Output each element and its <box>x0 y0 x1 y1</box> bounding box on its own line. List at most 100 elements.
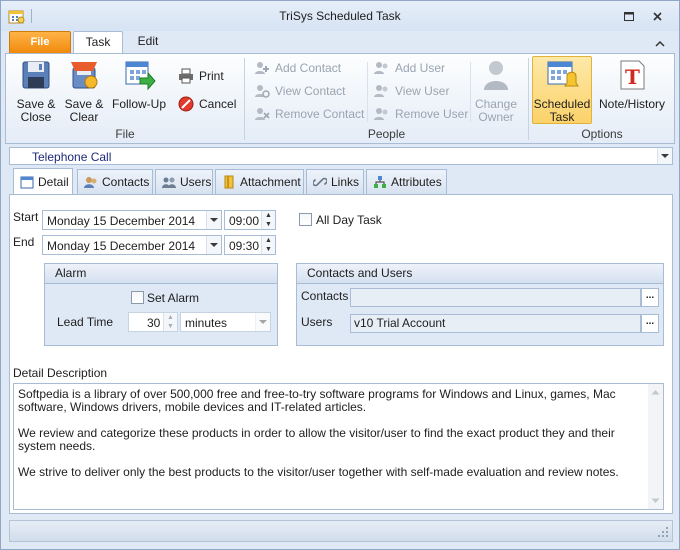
remove-contact-label: Remove Contact <box>275 107 365 121</box>
status-bar <box>9 520 673 542</box>
ribbon-tab-row: File Task Edit <box>1 31 679 53</box>
save-close-label: Save & Close <box>16 97 56 124</box>
lead-time-spinner[interactable]: 30 ▲ ▼ <box>128 312 178 332</box>
description-scrollbar[interactable] <box>648 384 663 509</box>
people-group-label: People <box>367 127 406 141</box>
ribbon-tab-task[interactable]: Task <box>73 31 123 53</box>
start-time-spin-buttons[interactable]: ▲ ▼ <box>261 211 275 229</box>
change-owner-button[interactable]: Change Owner <box>474 58 518 124</box>
end-time-spinner[interactable]: 09:30 ▲ ▼ <box>224 235 276 255</box>
ribbon-tab-file[interactable]: File <box>9 31 71 53</box>
svg-text:T: T <box>625 65 640 89</box>
tab-detail-label: Detail <box>38 175 69 189</box>
end-time-spin-buttons[interactable]: ▲ ▼ <box>261 236 275 254</box>
scroll-down-icon[interactable] <box>651 498 660 504</box>
view-contact-icon <box>255 85 270 98</box>
print-button[interactable]: Print <box>178 66 224 86</box>
all-day-task-checkbox[interactable] <box>299 213 312 226</box>
users-label: Users <box>301 315 333 329</box>
window-title: TriSys Scheduled Task <box>279 9 401 23</box>
view-user-label: View User <box>395 84 450 98</box>
save-clear-button[interactable]: Save & Clear <box>62 58 106 124</box>
add-contact-button[interactable]: Add Contact <box>254 58 341 78</box>
task-type-select[interactable]: Telephone Call <box>9 147 673 165</box>
ribbon-tab-edit[interactable]: Edit <box>127 31 169 53</box>
resize-grip-icon[interactable] <box>658 527 669 538</box>
remove-user-icon <box>374 108 388 120</box>
set-alarm-checkbox[interactable] <box>131 291 144 304</box>
cancel-label: Cancel <box>199 97 237 111</box>
title-bar: TriSys Scheduled Task <box>1 1 679 31</box>
set-alarm-label: Set Alarm <box>147 291 200 305</box>
collapse-ribbon-button[interactable] <box>655 36 665 50</box>
all-day-task-label: All Day Task <box>316 213 382 227</box>
tab-users[interactable]: Users <box>155 169 213 194</box>
tab-attributes-label: Attributes <box>391 175 442 189</box>
lead-time-spin-buttons[interactable]: ▲ ▼ <box>163 313 177 331</box>
options-group-label: Options <box>581 127 623 141</box>
printer-icon <box>179 68 193 84</box>
end-label: End <box>13 235 35 249</box>
cancel-icon <box>178 96 194 112</box>
remove-user-button[interactable]: Remove User <box>374 104 468 124</box>
add-user-label: Add User <box>395 61 446 75</box>
end-date-dropdown[interactable] <box>206 236 221 254</box>
start-time-spinner[interactable]: 09:00 ▲ ▼ <box>224 210 276 230</box>
start-date-dropdown[interactable] <box>206 211 221 229</box>
lead-time-unit-select[interactable]: minutes <box>180 312 271 332</box>
remove-user-label: Remove User <box>395 107 469 121</box>
tab-attachment[interactable]: Attachment <box>215 169 304 194</box>
close-button[interactable] <box>647 8 667 24</box>
end-date-picker[interactable]: Monday 15 December 2014 <box>42 235 222 255</box>
view-contact-button[interactable]: View Contact <box>254 81 345 101</box>
print-label: Print <box>199 69 224 83</box>
users-field[interactable]: v10 Trial Account <box>350 314 641 333</box>
remove-contact-button[interactable]: Remove Contact <box>254 104 364 124</box>
start-time-value: 09:00 <box>229 214 260 228</box>
follow-up-label: Follow-Up <box>111 97 166 111</box>
follow-up-button[interactable]: Follow-Up <box>110 58 168 111</box>
lead-time-unit-value: minutes <box>185 316 228 330</box>
chevron-down-icon[interactable] <box>657 148 672 164</box>
tab-contacts[interactable]: Contacts <box>77 169 153 194</box>
attributes-tab-icon <box>374 176 386 188</box>
link-icon <box>313 177 327 187</box>
lead-time-unit-dropdown[interactable] <box>255 313 270 331</box>
tab-users-label: Users <box>180 175 212 189</box>
description-paragraph-2: We review and categorize these products … <box>18 426 615 453</box>
restore-button[interactable] <box>619 8 639 24</box>
save-clear-label: Save & Clear <box>64 97 104 124</box>
save-clear-icon <box>71 62 98 89</box>
view-user-icon <box>374 85 388 97</box>
start-label: Start <box>13 210 39 224</box>
scroll-up-icon[interactable] <box>651 389 660 395</box>
people-inner-separator <box>367 62 368 122</box>
tab-links[interactable]: Links <box>306 169 364 194</box>
remove-contact-icon <box>255 108 270 120</box>
tab-attachment-label: Attachment <box>240 175 301 189</box>
contacts-browse-button[interactable]: ... <box>641 288 659 307</box>
cancel-button[interactable]: Cancel <box>178 94 236 114</box>
tab-attributes[interactable]: Attributes <box>366 169 447 194</box>
description-paragraph-3: We strive to deliver only the best produ… <box>18 465 619 479</box>
add-contact-icon <box>255 62 269 74</box>
contacts-field[interactable] <box>350 288 641 307</box>
scheduled-task-button[interactable]: Scheduled Task <box>532 58 592 124</box>
detail-description-label: Detail Description <box>13 366 108 380</box>
view-user-button[interactable]: View User <box>374 81 449 101</box>
add-user-icon <box>374 62 388 74</box>
detail-description-textarea[interactable]: Softpedia is a library of over 500,000 f… <box>13 383 664 510</box>
note-history-button[interactable]: T Note/History <box>596 58 668 111</box>
users-browse-button[interactable]: ... <box>641 314 659 333</box>
add-contact-label: Add Contact <box>275 61 342 75</box>
start-date-picker[interactable]: Monday 15 December 2014 <box>42 210 222 230</box>
change-owner-icon <box>484 61 508 90</box>
save-close-button[interactable]: Save & Close <box>14 58 58 124</box>
contacts-tab-icon <box>84 177 97 188</box>
scheduled-task-label: Scheduled Task <box>533 97 591 124</box>
add-user-button[interactable]: Add User <box>374 58 445 78</box>
people-inner-separator-2 <box>470 62 471 122</box>
tab-detail[interactable]: Detail <box>13 168 73 195</box>
restore-icon <box>624 11 634 21</box>
save-close-icon <box>22 61 50 89</box>
